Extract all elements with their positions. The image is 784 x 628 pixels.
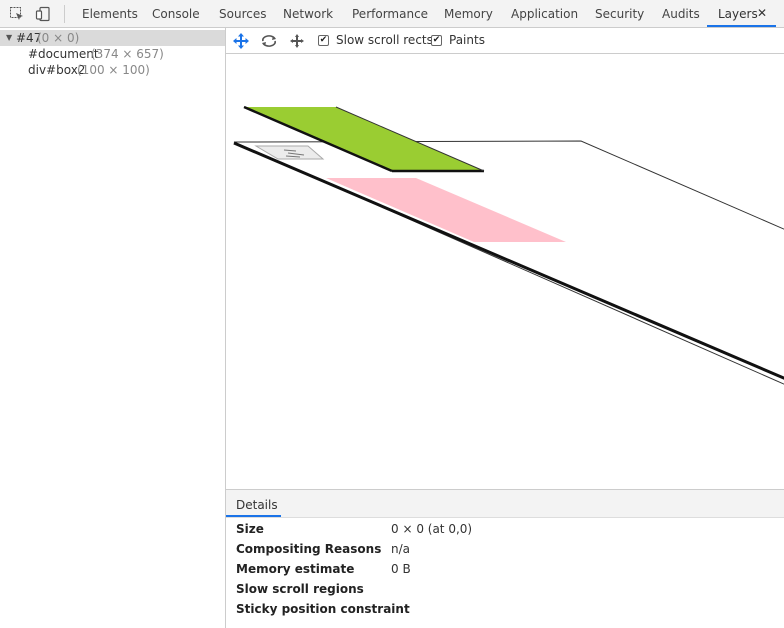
- tab-audits[interactable]: Audits: [662, 0, 700, 28]
- close-tab-icon[interactable]: ✕: [757, 6, 767, 20]
- detail-value: 0 B: [391, 562, 411, 576]
- reset-transform-icon[interactable]: [288, 32, 306, 50]
- layer-size: (374 × 657): [91, 47, 164, 61]
- tree-row-box2[interactable]: div#box2 (100 × 100): [0, 62, 225, 78]
- tab-application[interactable]: Application: [511, 0, 578, 28]
- toolbar-divider: [64, 5, 65, 23]
- detail-row-size: Size 0 × 0 (at 0,0): [236, 521, 776, 537]
- detail-key: Compositing Reasons: [236, 542, 382, 556]
- slow-scroll-rects-label: Slow scroll rects: [336, 33, 433, 47]
- detail-value: 0 × 0 (at 0,0): [391, 522, 473, 536]
- inspect-element-icon[interactable]: [8, 5, 26, 23]
- detail-key: Size: [236, 522, 264, 536]
- tab-network[interactable]: Network: [283, 0, 333, 28]
- layers-3d-toolbar: ✔ Slow scroll rects ✔ Paints: [226, 28, 784, 54]
- layers-3d-view[interactable]: [226, 55, 784, 489]
- expand-arrow-icon[interactable]: ▼: [6, 30, 12, 46]
- layer-size: (100 × 100): [77, 63, 150, 77]
- detail-key: Sticky position constraint: [236, 602, 410, 616]
- details-panel: Details Size 0 × 0 (at 0,0) Compositing …: [226, 489, 784, 628]
- tab-console[interactable]: Console: [152, 0, 200, 28]
- detail-row-sticky-position-constraint: Sticky position constraint: [236, 601, 776, 617]
- detail-row-slow-scroll-regions: Slow scroll regions: [236, 581, 776, 597]
- pan-mode-icon[interactable]: [232, 32, 250, 50]
- rotate-mode-icon[interactable]: [260, 32, 278, 50]
- paints-label: Paints: [449, 33, 485, 47]
- device-toolbar-icon[interactable]: [34, 5, 52, 23]
- layers-3d-scene: [233, 105, 784, 385]
- tab-elements[interactable]: Elements: [82, 0, 138, 28]
- layer-tree: ▼ #47 (0 × 0) #document (374 × 657) div#…: [0, 28, 226, 628]
- tab-memory[interactable]: Memory: [444, 0, 493, 28]
- tab-performance[interactable]: Performance: [352, 0, 428, 28]
- layer-size: (0 × 0): [37, 31, 80, 45]
- detail-value: n/a: [391, 542, 411, 556]
- tab-details[interactable]: Details: [236, 498, 278, 512]
- detail-row-compositing-reasons: Compositing Reasons n/a: [236, 541, 776, 557]
- layer-name: #document: [28, 47, 99, 61]
- details-tab-indicator: [226, 515, 281, 517]
- paints-checkbox[interactable]: ✔: [431, 35, 442, 46]
- tree-row-root-layer[interactable]: ▼ #47 (0 × 0): [0, 30, 225, 46]
- detail-key: Memory estimate: [236, 562, 355, 576]
- detail-key: Slow scroll regions: [236, 582, 364, 596]
- slow-scroll-rects-checkbox[interactable]: ✔: [318, 35, 329, 46]
- devtools-tab-bar: Elements Console Sources Network Perform…: [0, 0, 784, 28]
- tab-sources[interactable]: Sources: [219, 0, 266, 28]
- tab-layers[interactable]: Layers: [718, 0, 758, 28]
- tab-security[interactable]: Security: [595, 0, 644, 28]
- detail-row-memory-estimate: Memory estimate 0 B: [236, 561, 776, 577]
- details-header: Details: [226, 490, 784, 518]
- active-tab-indicator: [707, 25, 776, 27]
- document-layer-edge: [233, 141, 784, 380]
- tree-row-document[interactable]: #document (374 × 657): [0, 46, 225, 62]
